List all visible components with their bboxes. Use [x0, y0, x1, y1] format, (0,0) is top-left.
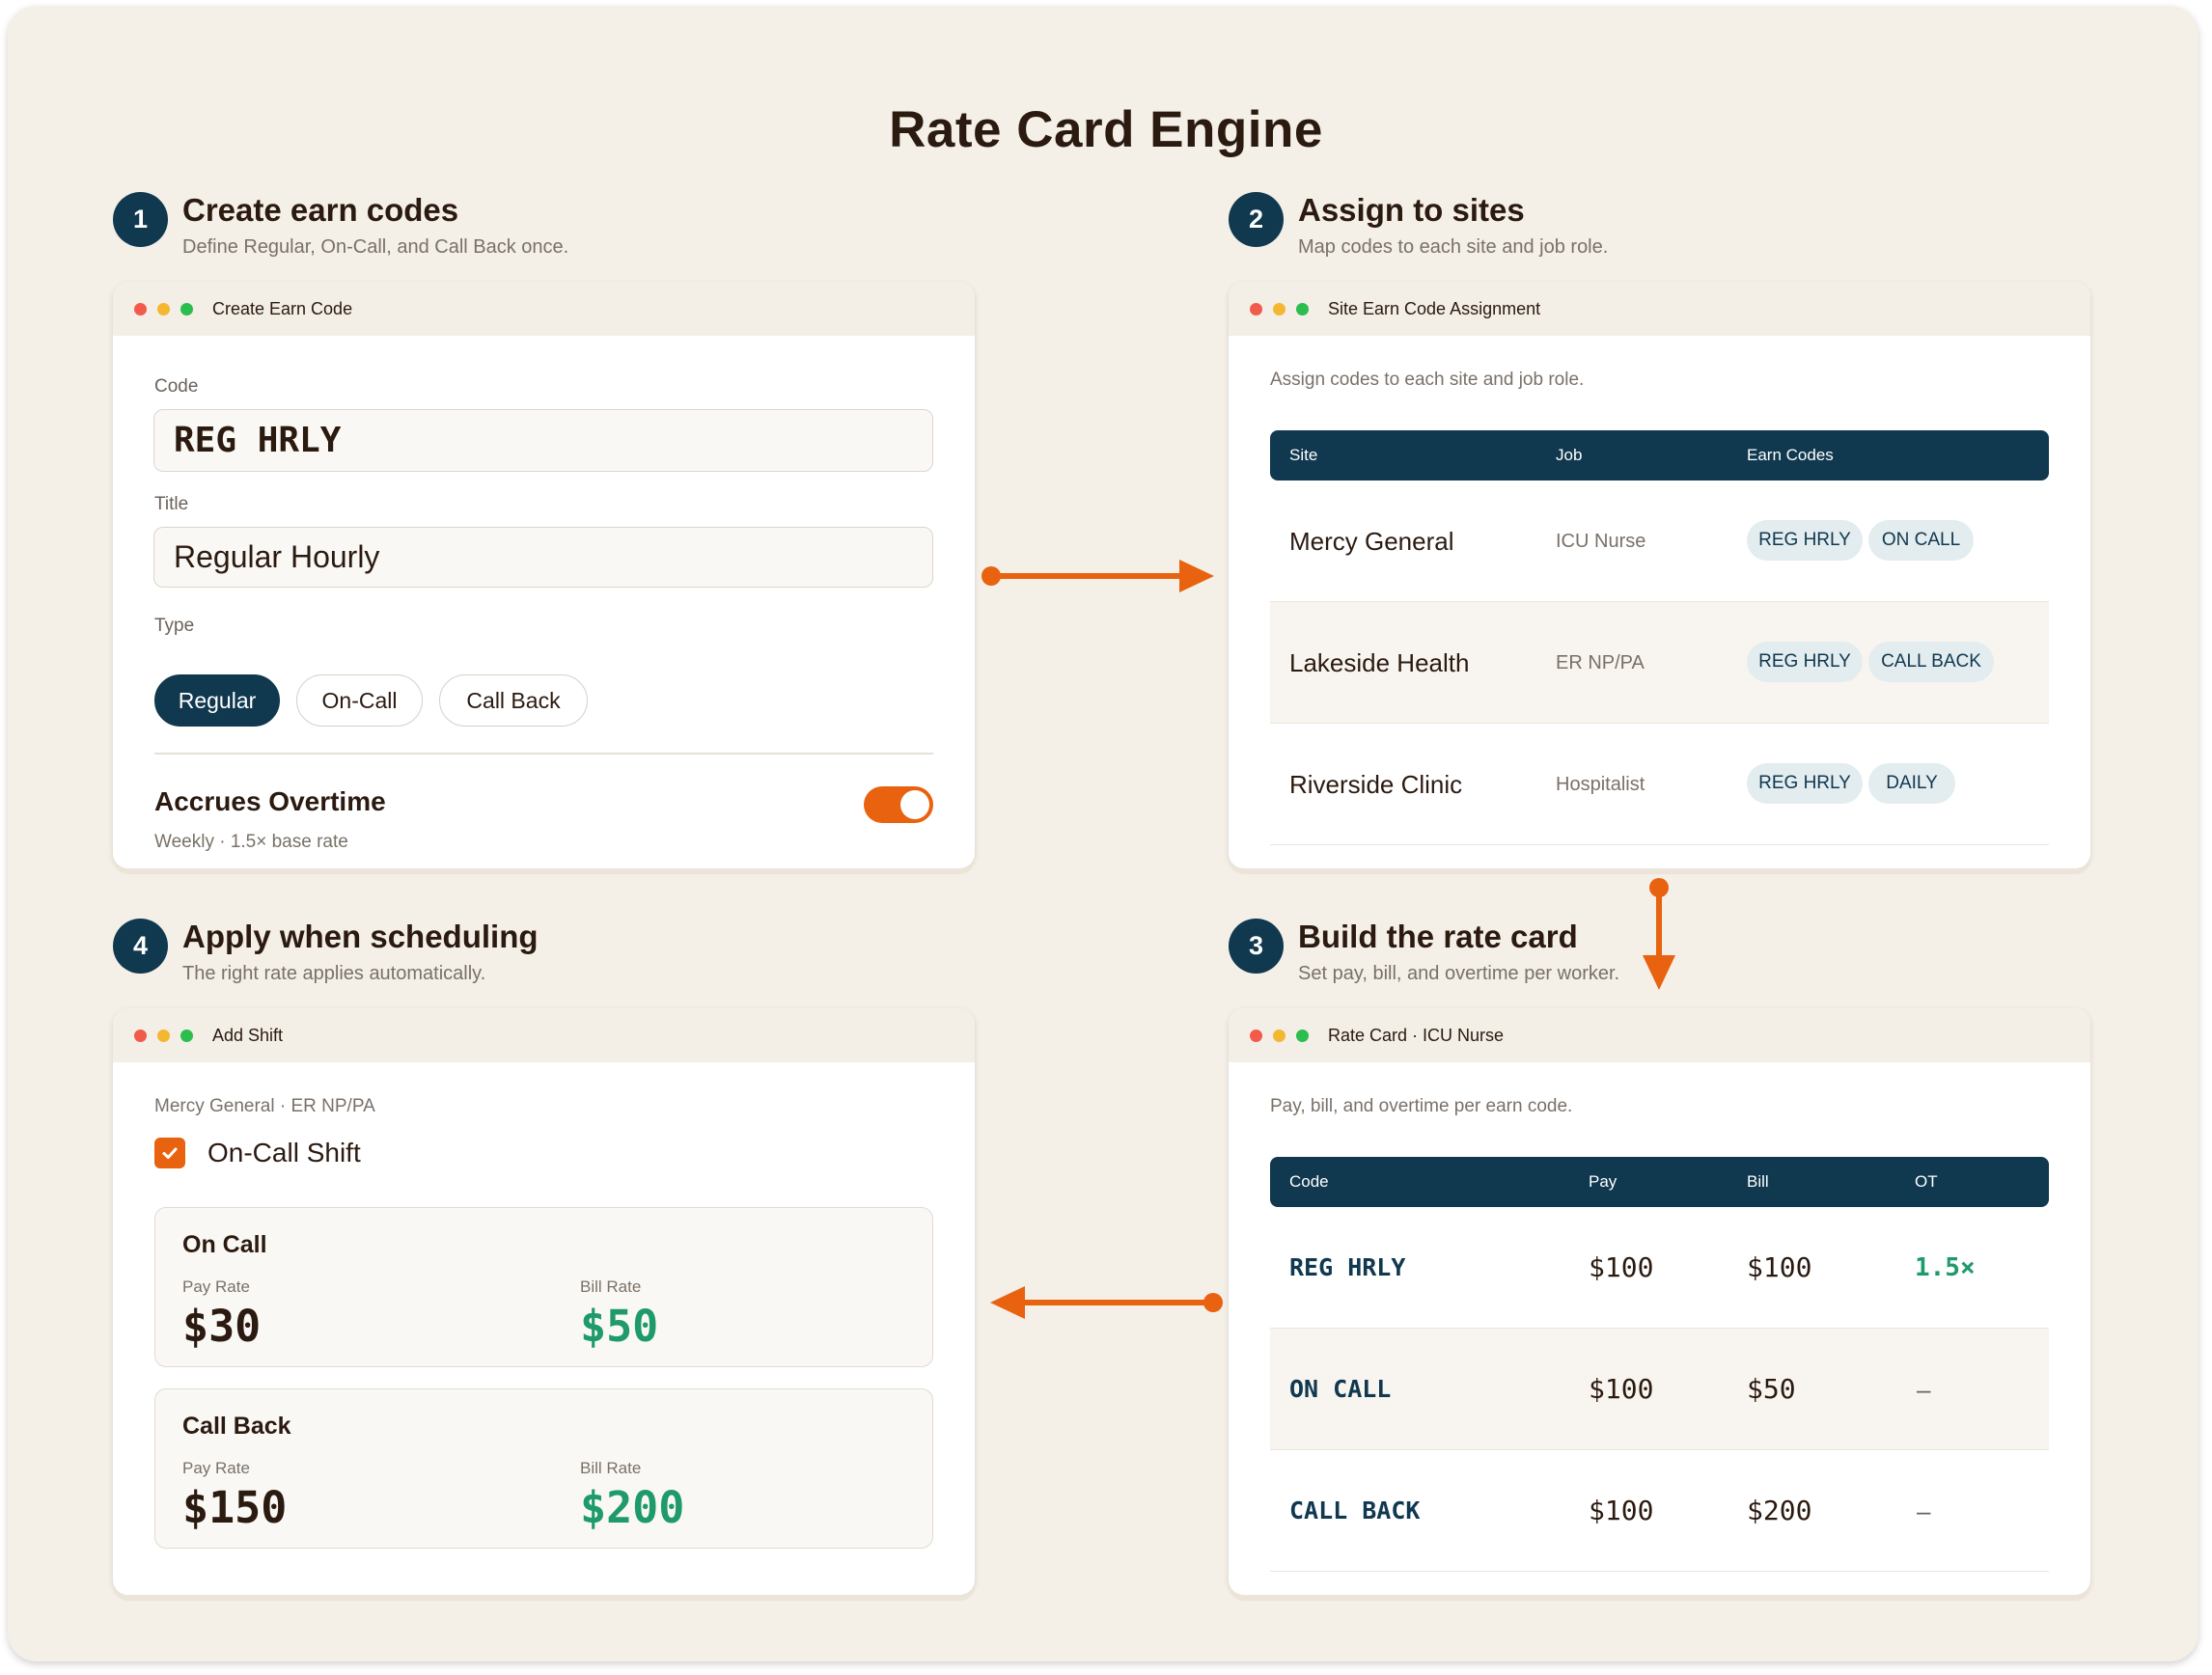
arrow-step2-to-step3-icon: [1643, 878, 1675, 990]
arrow-step1-to-step2-icon: [982, 560, 1214, 592]
flow-arrows: [982, 560, 1675, 1319]
arrow-step3-to-step4-icon: [990, 1286, 1223, 1319]
